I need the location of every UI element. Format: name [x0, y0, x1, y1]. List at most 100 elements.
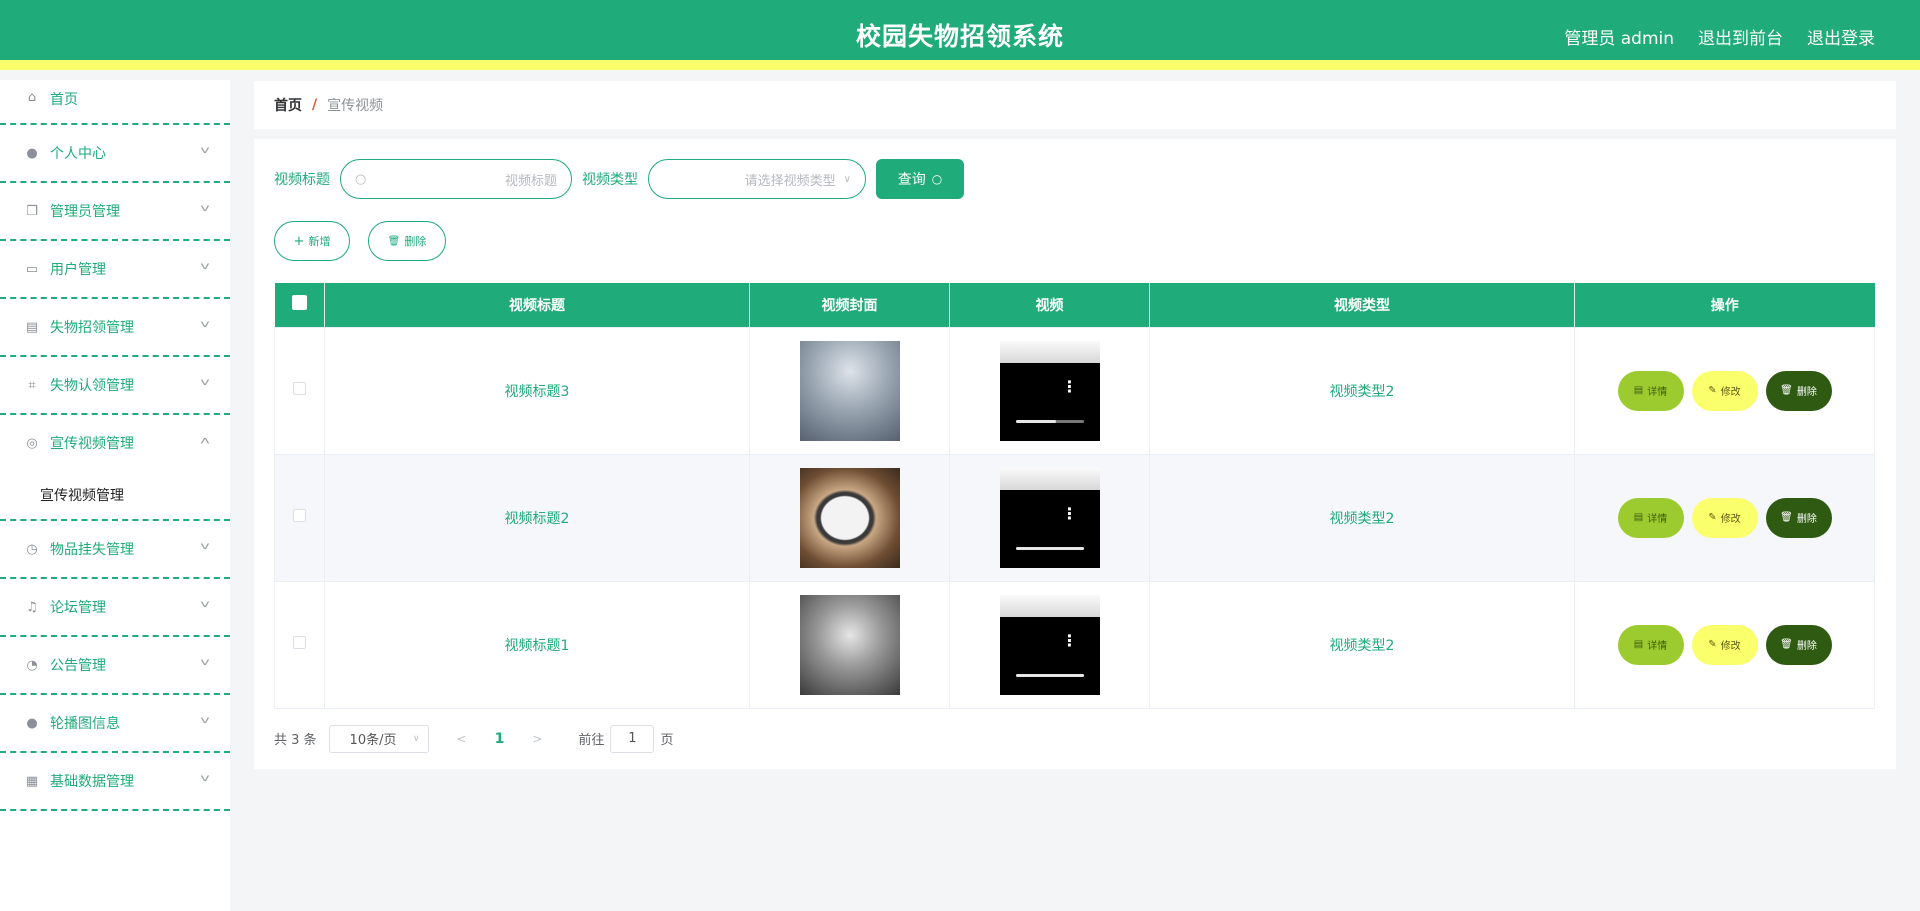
type-select[interactable]: 请选择视频类型 ∨ [648, 159, 866, 199]
sidebar-item-home[interactable]: ⌂ 首页 [0, 80, 230, 125]
delete-button[interactable]: 🗑 删除 [1765, 370, 1832, 411]
row-checkbox[interactable] [293, 636, 306, 649]
operations-cell: ▤ 详情 ✎ 修改 🗑 删除 [1574, 453, 1875, 582]
select-all-cell[interactable] [274, 283, 325, 327]
admin-user-label[interactable]: 管理员 admin [1564, 24, 1674, 49]
video-player[interactable]: ⋮ [999, 467, 1100, 568]
delete-button-label: 删除 [1796, 514, 1817, 525]
more-options-icon[interactable]: ⋮ [1062, 632, 1078, 648]
video-top-gradient [999, 594, 1100, 617]
page-number[interactable]: 1 [495, 731, 505, 747]
sidebar-item-personal-center[interactable]: ● 个人中心 v [0, 125, 230, 183]
sidebar-item-lost-found-management[interactable]: ▤ 失物招领管理 v [0, 299, 230, 357]
clock-icon: ◷ [26, 541, 38, 557]
video-progress-fill [1015, 419, 1057, 423]
back-to-front-link[interactable]: 退出到前台 [1698, 24, 1783, 49]
sidebar-item-base-data-management[interactable]: ▦ 基础数据管理 v [0, 753, 230, 811]
add-button[interactable]: + 新增 [274, 221, 350, 261]
document-icon: ▤ [1633, 385, 1644, 396]
sidebar-item-forum-management[interactable]: ♫ 论坛管理 v [0, 579, 230, 637]
edit-button[interactable]: ✎ 修改 [1691, 497, 1758, 538]
chevron-down-icon: v [200, 377, 210, 388]
delete-button[interactable]: 🗑 删除 [1765, 624, 1832, 665]
detail-button[interactable]: ▤ 详情 [1617, 497, 1684, 538]
batch-delete-button[interactable]: 🗑 删除 [368, 221, 446, 261]
batch-delete-button-label: 删除 [404, 235, 427, 248]
sidebar-item-label: 公告管理 [50, 658, 106, 674]
video-cover-image[interactable] [799, 594, 900, 695]
type-select-placeholder: 请选择视频类型 [744, 173, 836, 189]
chevron-down-icon: v [200, 145, 210, 156]
sidebar-item-carousel-info[interactable]: ● 轮播图信息 v [0, 695, 230, 753]
select-all-checkbox[interactable] [291, 295, 307, 311]
video-progress-bar[interactable] [1015, 546, 1084, 550]
sidebar-item-admin-management[interactable]: ❐ 管理员管理 v [0, 183, 230, 241]
detail-button-label: 详情 [1647, 514, 1668, 525]
edit-button[interactable]: ✎ 修改 [1691, 624, 1758, 665]
sidebar-item-label: 宣传视频管理 [50, 436, 134, 452]
sidebar-item-notice-management[interactable]: ◔ 公告管理 v [0, 637, 230, 695]
row-select-cell[interactable] [274, 326, 325, 455]
prev-page-button[interactable]: < [457, 732, 467, 746]
chevron-up-icon: v [200, 435, 210, 446]
operations-cell: ▤ 详情 ✎ 修改 🗑 删除 [1574, 580, 1875, 709]
chevron-down-icon: v [200, 319, 210, 330]
compass-icon: ◎ [26, 435, 38, 451]
next-page-button[interactable]: > [532, 732, 542, 746]
detail-button[interactable]: ▤ 详情 [1617, 624, 1684, 665]
search-icon: ○ [355, 171, 367, 187]
delete-button[interactable]: 🗑 删除 [1765, 497, 1832, 538]
column-header: 操作 [1574, 283, 1875, 327]
video-player[interactable]: ⋮ [999, 340, 1100, 441]
query-button[interactable]: 查询 ○ [876, 159, 964, 199]
sidebar-item-user-management[interactable]: ▭ 用户管理 v [0, 241, 230, 299]
sidebar-item-promo-video-management[interactable]: ◎ 宣传视频管理 v [0, 415, 230, 471]
row-checkbox[interactable] [293, 382, 306, 395]
breadcrumb-home[interactable]: 首页 [274, 95, 302, 115]
video-player[interactable]: ⋮ [999, 594, 1100, 695]
goto-page-input[interactable]: 1 [610, 724, 655, 753]
cover-cell [749, 326, 950, 455]
video-cover-image[interactable] [799, 467, 900, 568]
user-solid-icon: ● [26, 715, 38, 731]
row-checkbox[interactable] [293, 509, 306, 522]
trash-icon: 🗑 [387, 235, 401, 247]
chevron-down-icon: v [200, 773, 210, 784]
user-icon: ● [26, 145, 38, 161]
video-progress-bar[interactable] [1015, 419, 1084, 423]
table-row: 视频标题3 ⋮ 视频类型2 ▤ 详情 ✎ 修改 🗑 删除 [274, 326, 1875, 455]
video-title-cell: 视频标题1 [324, 580, 750, 709]
detail-button[interactable]: ▤ 详情 [1617, 370, 1684, 411]
sidebar-item-claim-management[interactable]: ⌗ 失物认领管理 v [0, 357, 230, 415]
edit-button-label: 修改 [1720, 641, 1741, 652]
sidebar-item-lost-report-management[interactable]: ◷ 物品挂失管理 v [0, 521, 230, 579]
row-select-cell[interactable] [274, 580, 325, 709]
video-title-cell: 视频标题3 [324, 326, 750, 455]
video-top-gradient [999, 467, 1100, 490]
edit-button[interactable]: ✎ 修改 [1691, 370, 1758, 411]
chevron-down-icon: v [200, 203, 210, 214]
edit-icon: ✎ [1708, 385, 1717, 396]
video-progress-fill [1015, 546, 1084, 550]
column-header: 视频 [949, 283, 1150, 327]
sidebar-item-label: 物品挂失管理 [50, 542, 134, 558]
video-progress-bar[interactable] [1015, 673, 1084, 677]
sidebar-item-label: 基础数据管理 [50, 774, 134, 790]
sidebar-item-label: 管理员管理 [50, 204, 120, 220]
bell-off-icon: ♫ [26, 599, 38, 615]
goto-page-value: 1 [628, 731, 637, 746]
page-unit-label: 页 [660, 733, 674, 748]
title-search-input[interactable]: ○ 视频标题 [340, 159, 572, 199]
submenu-item-promo-video[interactable]: 宣传视频管理 [0, 471, 230, 521]
logout-link[interactable]: 退出登录 [1807, 24, 1875, 49]
row-select-cell[interactable] [274, 453, 325, 582]
page-size-select[interactable]: 10条/页 ∨ [328, 724, 429, 753]
video-cell: ⋮ [949, 326, 1150, 455]
video-cover-image[interactable] [799, 340, 900, 441]
more-options-icon[interactable]: ⋮ [1062, 505, 1078, 521]
detail-button-label: 详情 [1647, 641, 1668, 652]
more-options-icon[interactable]: ⋮ [1062, 378, 1078, 394]
chevron-down-icon: v [200, 541, 210, 552]
chevron-down-icon: v [200, 599, 210, 610]
edit-icon: ✎ [1708, 512, 1717, 523]
